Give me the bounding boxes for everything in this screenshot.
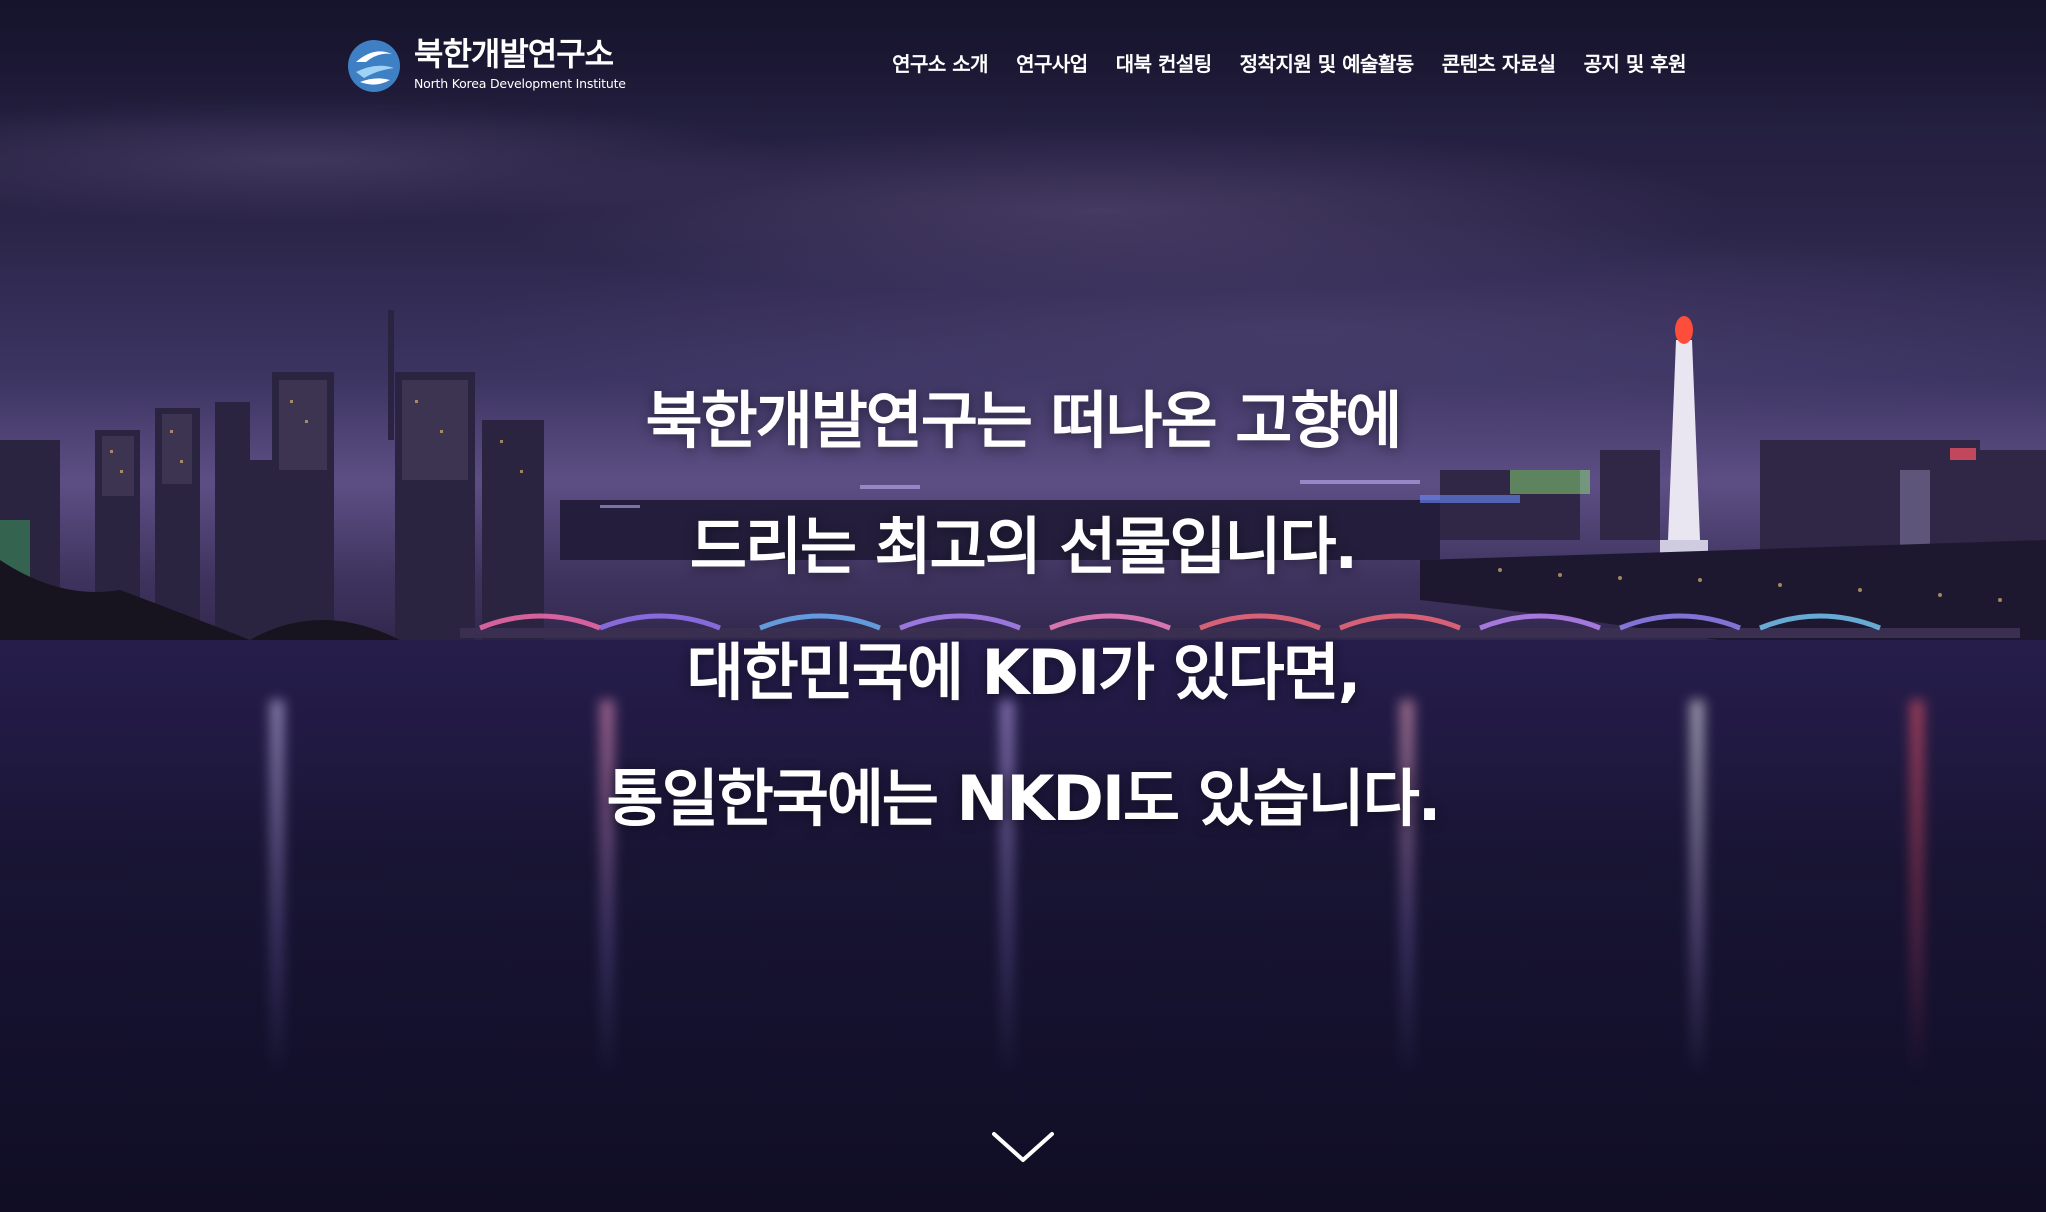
nav-item-notice-support[interactable]: 공지 및 후원 [1570, 46, 1687, 82]
nav-item-consulting[interactable]: 대북 컨설팅 [1102, 46, 1226, 82]
nav-item-content-library[interactable]: 콘텐츠 자료실 [1428, 46, 1570, 82]
nav-item-about[interactable]: 연구소 소개 [878, 46, 1002, 82]
site-logo[interactable]: 북한개발연구소 North Korea Development Institut… [346, 34, 626, 96]
chevron-down-icon [992, 1132, 1054, 1162]
main-nav: 연구소 소개 연구사업 대북 컨설팅 정착지원 및 예술활동 콘텐츠 자료실 공… [878, 46, 1686, 82]
nav-item-settlement-arts[interactable]: 정착지원 및 예술활동 [1226, 46, 1428, 82]
hero-headline-line: 북한개발연구는 떠나온 고향에 [645, 384, 1403, 457]
logo-emblem-icon [348, 40, 400, 92]
hero-section: 북한개발연구소 North Korea Development Institut… [0, 0, 2046, 1212]
logo-english-text: North Korea Development Institute [414, 76, 626, 91]
hero-headline: 북한개발연구는 떠나온 고향에 드리는 최고의 선물입니다. 대한민국에 KDI… [0, 358, 2046, 862]
hero-headline-line: 드리는 최고의 선물입니다. [689, 510, 1358, 583]
nav-item-research[interactable]: 연구사업 [1002, 46, 1102, 82]
hero-headline-line: 대한민국에 KDI가 있다면, [686, 636, 1362, 709]
scroll-down-button[interactable] [990, 1128, 1056, 1168]
logo-korean-text: 북한개발연구소 [414, 35, 614, 73]
hero-headline-line: 통일한국에는 NKDI도 있습니다. [606, 762, 1442, 835]
